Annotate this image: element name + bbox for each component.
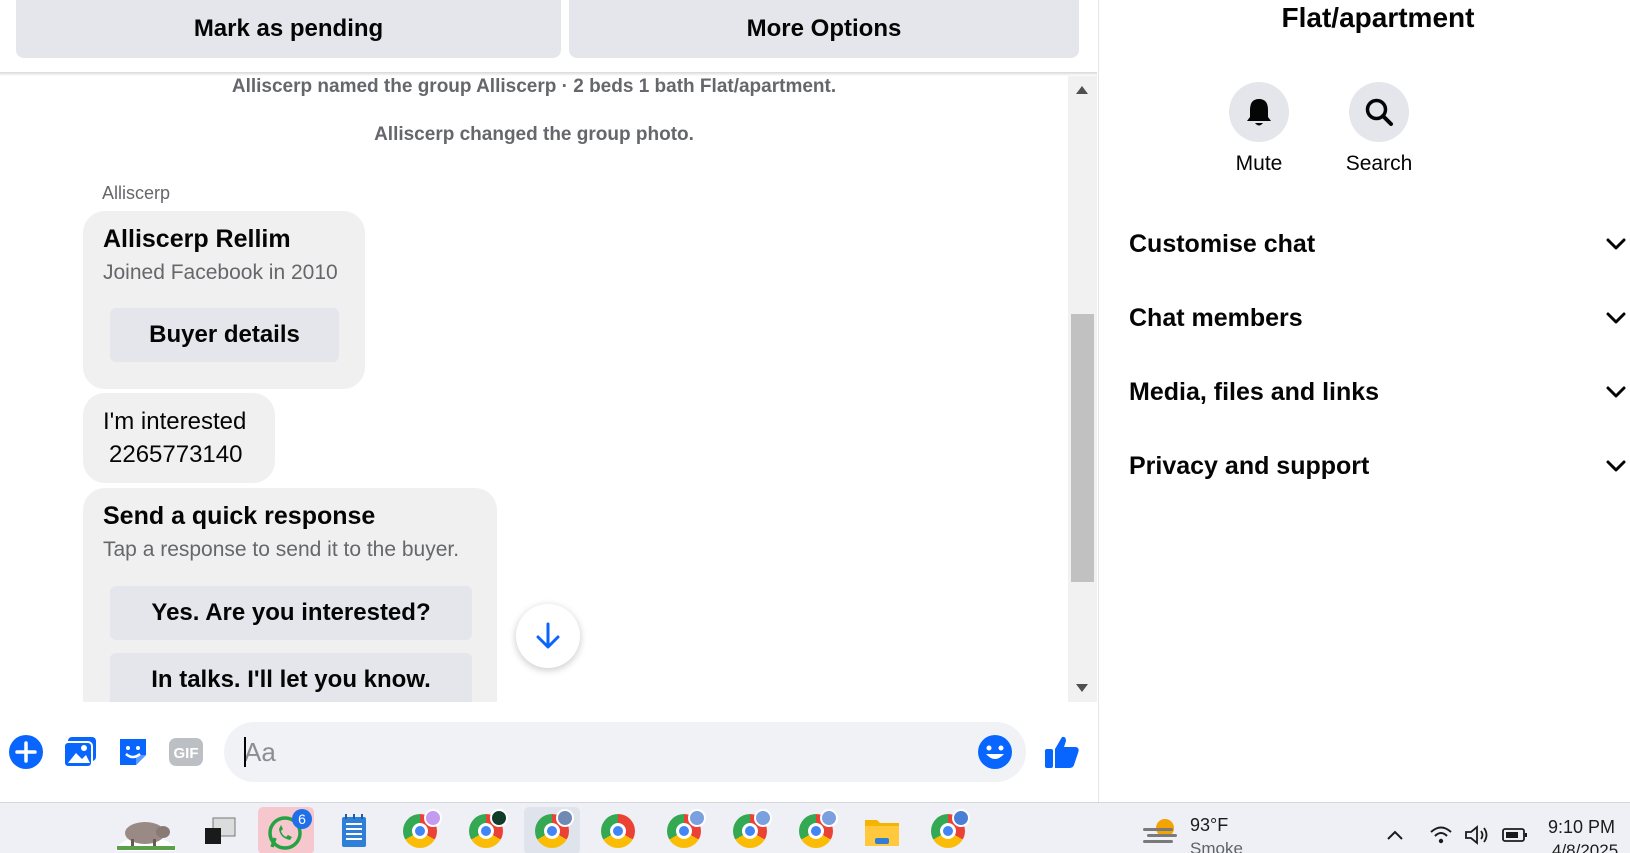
chrome-profile-5-icon[interactable] (656, 807, 712, 853)
text-caret (244, 737, 246, 767)
volume-icon[interactable] (1464, 823, 1490, 847)
chrome-profile-3-icon[interactable] (524, 807, 580, 853)
battery-icon[interactable] (1502, 823, 1528, 847)
bell-icon (1247, 99, 1271, 126)
more-options-button[interactable]: More Options (569, 0, 1079, 58)
profile-subtitle: Joined Facebook in 2010 (103, 261, 338, 284)
mute-button[interactable] (1229, 82, 1289, 142)
buyer-details-button[interactable]: Buyer details (110, 308, 339, 362)
notepad-icon[interactable] (326, 807, 382, 853)
quick-response-option-yes[interactable]: Yes. Are you interested? (110, 586, 472, 640)
sender-name: Alliscerp (102, 183, 171, 203)
section-customise-chat[interactable]: Customise chat (1129, 219, 1630, 269)
quick-response-option-in-talks[interactable]: In talks. I'll let you know. (110, 653, 472, 702)
plus-icon[interactable] (6, 732, 46, 772)
quick-response-title: Send a quick response (103, 502, 376, 530)
svg-text:GIF: GIF (174, 745, 199, 762)
chrome-profile-2-icon[interactable] (458, 807, 514, 853)
interest-message-bubble: I'm interested 2265773140 (83, 393, 275, 483)
scrollbar-thumb[interactable] (1071, 314, 1094, 582)
section-privacy-support-label: Privacy and support (1129, 451, 1370, 480)
emoji-icon[interactable] (975, 732, 1015, 772)
scroll-up-arrow-icon[interactable] (1076, 86, 1088, 94)
taskbar: 6 93°F Smoke 9:10 PM 4/8/2025 (0, 802, 1630, 853)
thumbs-up-icon[interactable] (1042, 732, 1082, 772)
interest-message-line1: I'm interested (103, 408, 247, 435)
mark-as-pending-button[interactable]: Mark as pending (16, 0, 561, 58)
section-customise-chat-label: Customise chat (1129, 229, 1316, 258)
section-chat-members[interactable]: Chat members (1129, 293, 1630, 343)
chevron-down-icon (1602, 304, 1630, 332)
chevron-down-icon (1602, 452, 1630, 480)
weather-icon[interactable] (1140, 813, 1180, 849)
chrome-profile-7-icon[interactable] (788, 807, 844, 853)
quick-response-bubble: Send a quick response Tap a response to … (83, 488, 497, 702)
photo-icon[interactable] (60, 732, 100, 772)
scroll-down-arrow-icon[interactable] (1076, 684, 1088, 692)
clock-time[interactable]: 9:10 PM (1548, 817, 1615, 838)
pig-widget-icon[interactable] (108, 807, 184, 853)
gif-icon[interactable]: GIF (166, 732, 206, 772)
chrome-profile-6-icon[interactable] (722, 807, 778, 853)
chrome-profile-1-icon[interactable] (392, 807, 448, 853)
chevron-down-icon (1602, 230, 1630, 258)
system-message-group-named: Alliscerp named the group Alliscerp · 2 … (231, 76, 837, 97)
profile-name: Alliscerp Rellim (103, 225, 291, 253)
message-scrollbar[interactable] (1068, 76, 1097, 702)
chevron-up-icon[interactable] (1382, 823, 1408, 847)
info-panel-title: Flat/apartment (1281, 2, 1475, 33)
search-label: Search (1345, 152, 1413, 175)
chrome-profile-4-icon[interactable] (590, 807, 646, 853)
task-view-icon[interactable] (192, 807, 248, 853)
clock-date[interactable]: 4/8/2025 (1552, 841, 1618, 853)
section-media-files-links[interactable]: Media, files and links (1129, 367, 1630, 417)
jump-to-latest-button[interactable] (516, 604, 580, 668)
wifi-icon[interactable] (1428, 823, 1454, 847)
profile-card-bubble: Alliscerp Rellim Joined Facebook in 2010… (83, 211, 365, 389)
mute-action[interactable]: Mute (1214, 82, 1304, 176)
message-input[interactable] (224, 722, 1026, 782)
weather-description: Smoke (1190, 839, 1243, 853)
chat-pane: Mark as pending More Options Alliscerp n… (0, 0, 1099, 802)
system-message-photo-changed: Alliscerp changed the group photo. (374, 124, 694, 145)
file-explorer-icon[interactable] (854, 807, 910, 853)
mute-label: Mute (1235, 152, 1283, 175)
chrome-profile-8-icon[interactable] (920, 807, 976, 853)
interest-message-phone: 2265773140 (109, 441, 243, 468)
weather-temperature: 93°F (1190, 815, 1229, 835)
sticker-icon[interactable] (113, 732, 153, 772)
whatsapp-badge: 6 (292, 809, 312, 829)
search-icon (1365, 98, 1393, 126)
quick-response-subtitle: Tap a response to send it to the buyer. (103, 538, 460, 561)
search-button[interactable] (1349, 82, 1409, 142)
message-composer: GIF (0, 712, 1099, 792)
search-action[interactable]: Search (1334, 82, 1424, 176)
section-chat-members-label: Chat members (1129, 303, 1303, 332)
whatsapp-icon[interactable]: 6 (258, 807, 314, 853)
arrow-down-icon (536, 622, 560, 649)
section-media-files-links-label: Media, files and links (1129, 377, 1380, 406)
chevron-down-icon (1602, 378, 1630, 406)
section-privacy-support[interactable]: Privacy and support (1129, 441, 1630, 491)
